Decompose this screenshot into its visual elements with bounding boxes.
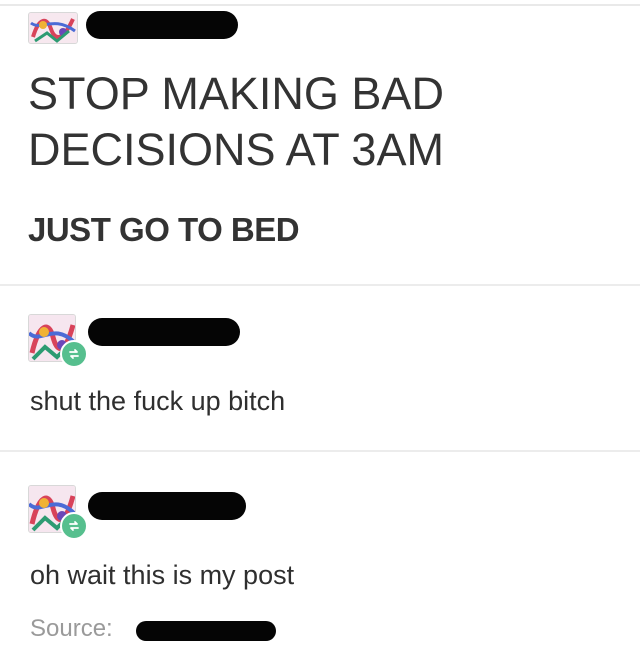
reblog-icon [69,349,79,359]
keith-haring-style-art-icon [29,13,77,43]
reblog-comment: shut the fuck up bitch [30,386,286,416]
source-label: Source: [30,615,113,642]
redacted-username [86,11,238,39]
post-title: STOP MAKING BAD DECISIONS AT 3AM [28,66,444,178]
redacted-source-name [136,621,276,641]
redacted-username [88,492,246,520]
reblog-badge [60,512,88,540]
post-title-line-2: DECISIONS AT 3AM [28,124,444,175]
redacted-username [88,318,240,346]
reblog-icon [69,521,79,531]
source-link[interactable]: Source: [30,614,113,644]
original-post-avatar[interactable] [28,12,78,44]
reblog-post-1: shut the fuck up bitch [0,286,640,450]
post-subtitle: JUST GO TO BED [28,211,300,248]
reblog-comment: oh wait this is my post [30,560,295,590]
original-post: STOP MAKING BAD DECISIONS AT 3AM JUST GO… [0,6,640,284]
post-title-line-1: STOP MAKING BAD [28,68,444,119]
reblog-badge [60,340,88,368]
